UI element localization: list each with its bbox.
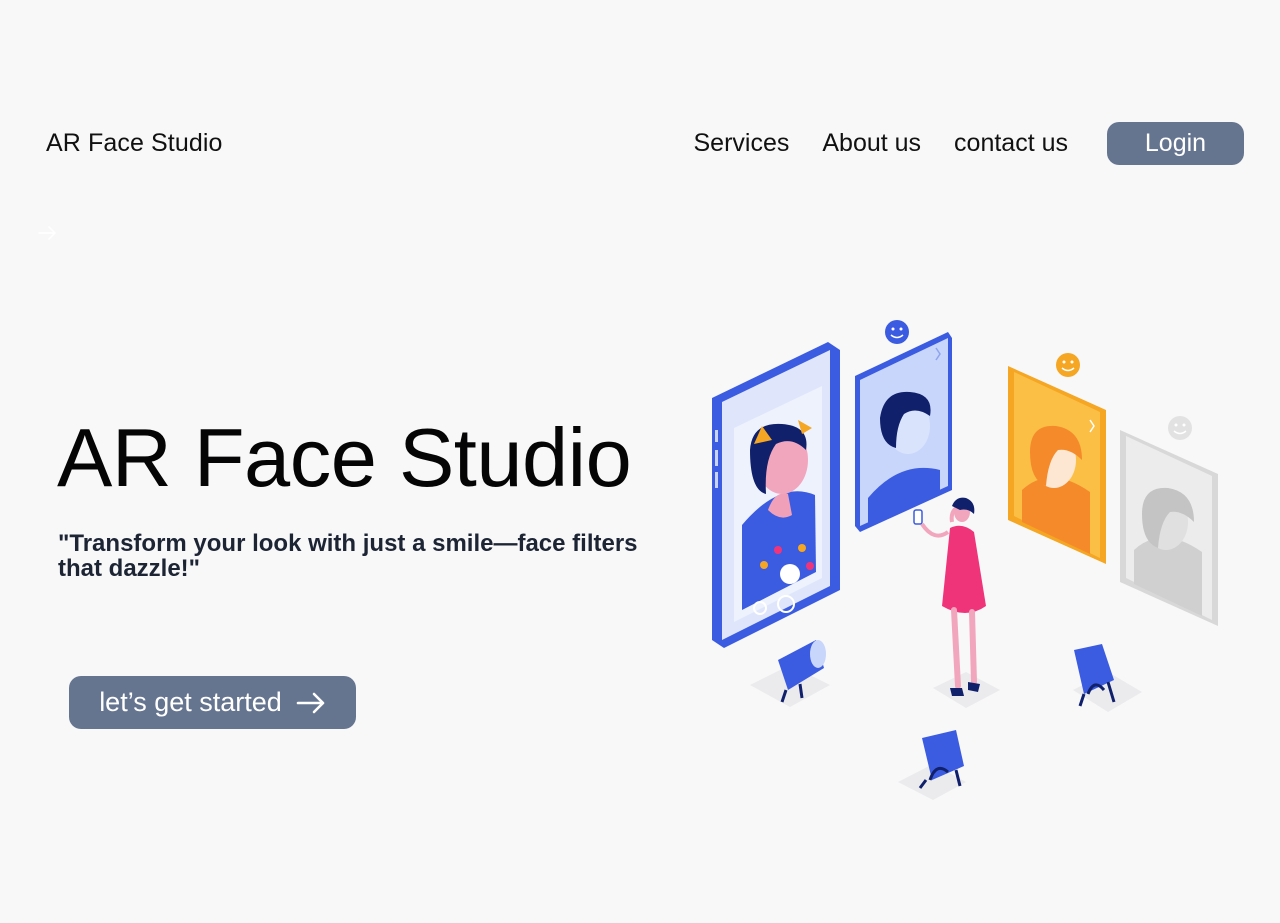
smiley-orange-icon xyxy=(1056,353,1080,377)
profile-card-blue xyxy=(855,332,952,532)
nav-link-contact-us[interactable]: contact us xyxy=(954,129,1068,158)
login-button[interactable]: Login xyxy=(1107,122,1244,165)
main-nav: Services About us contact us Login xyxy=(693,122,1244,165)
brand-logo-text[interactable]: AR Face Studio xyxy=(46,129,223,158)
smiley-blue-icon xyxy=(885,320,909,344)
spotlight-left xyxy=(778,640,826,703)
hero-title: AR Face Studio xyxy=(57,411,632,504)
person-with-phone xyxy=(913,497,986,696)
get-started-label: let’s get started xyxy=(99,687,282,717)
nav-link-services[interactable]: Services xyxy=(693,129,789,158)
phone-frame-blue xyxy=(712,342,840,648)
nav-link-about-us[interactable]: About us xyxy=(822,129,921,158)
hero-tagline: "Transform your look with just a smile—f… xyxy=(58,530,638,582)
smiley-grey-icon xyxy=(1168,416,1192,440)
profile-card-grey xyxy=(1120,430,1218,626)
arrow-right-icon[interactable] xyxy=(36,222,58,244)
profile-card-orange xyxy=(1008,366,1106,564)
ar-face-filter-illustration xyxy=(712,320,1218,800)
get-started-button[interactable]: let’s get started xyxy=(69,676,356,729)
arrow-right-icon xyxy=(296,692,325,713)
